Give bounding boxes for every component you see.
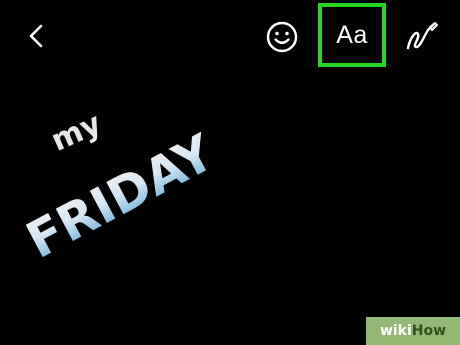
smiley-face-icon (266, 21, 298, 53)
pen-squiggle-icon (406, 22, 438, 50)
text-tool-label: Aa (336, 20, 368, 49)
sticker-word-my: my (46, 106, 107, 159)
watermark: wiki How (366, 317, 460, 345)
chevron-left-icon (29, 24, 43, 48)
my-friday-sticker[interactable]: my FRIDAY (8, 78, 228, 268)
watermark-part-1: wiki (379, 323, 412, 339)
watermark-part-2: How (411, 323, 447, 339)
back-button[interactable] (22, 18, 52, 54)
sticker-word-friday: FRIDAY (17, 123, 224, 268)
story-editor-screen: Aa my FRIDAY wiki How (0, 0, 460, 345)
text-tool-button[interactable]: Aa (318, 3, 386, 67)
draw-button[interactable] (402, 18, 442, 58)
sticker-button[interactable] (264, 19, 300, 55)
